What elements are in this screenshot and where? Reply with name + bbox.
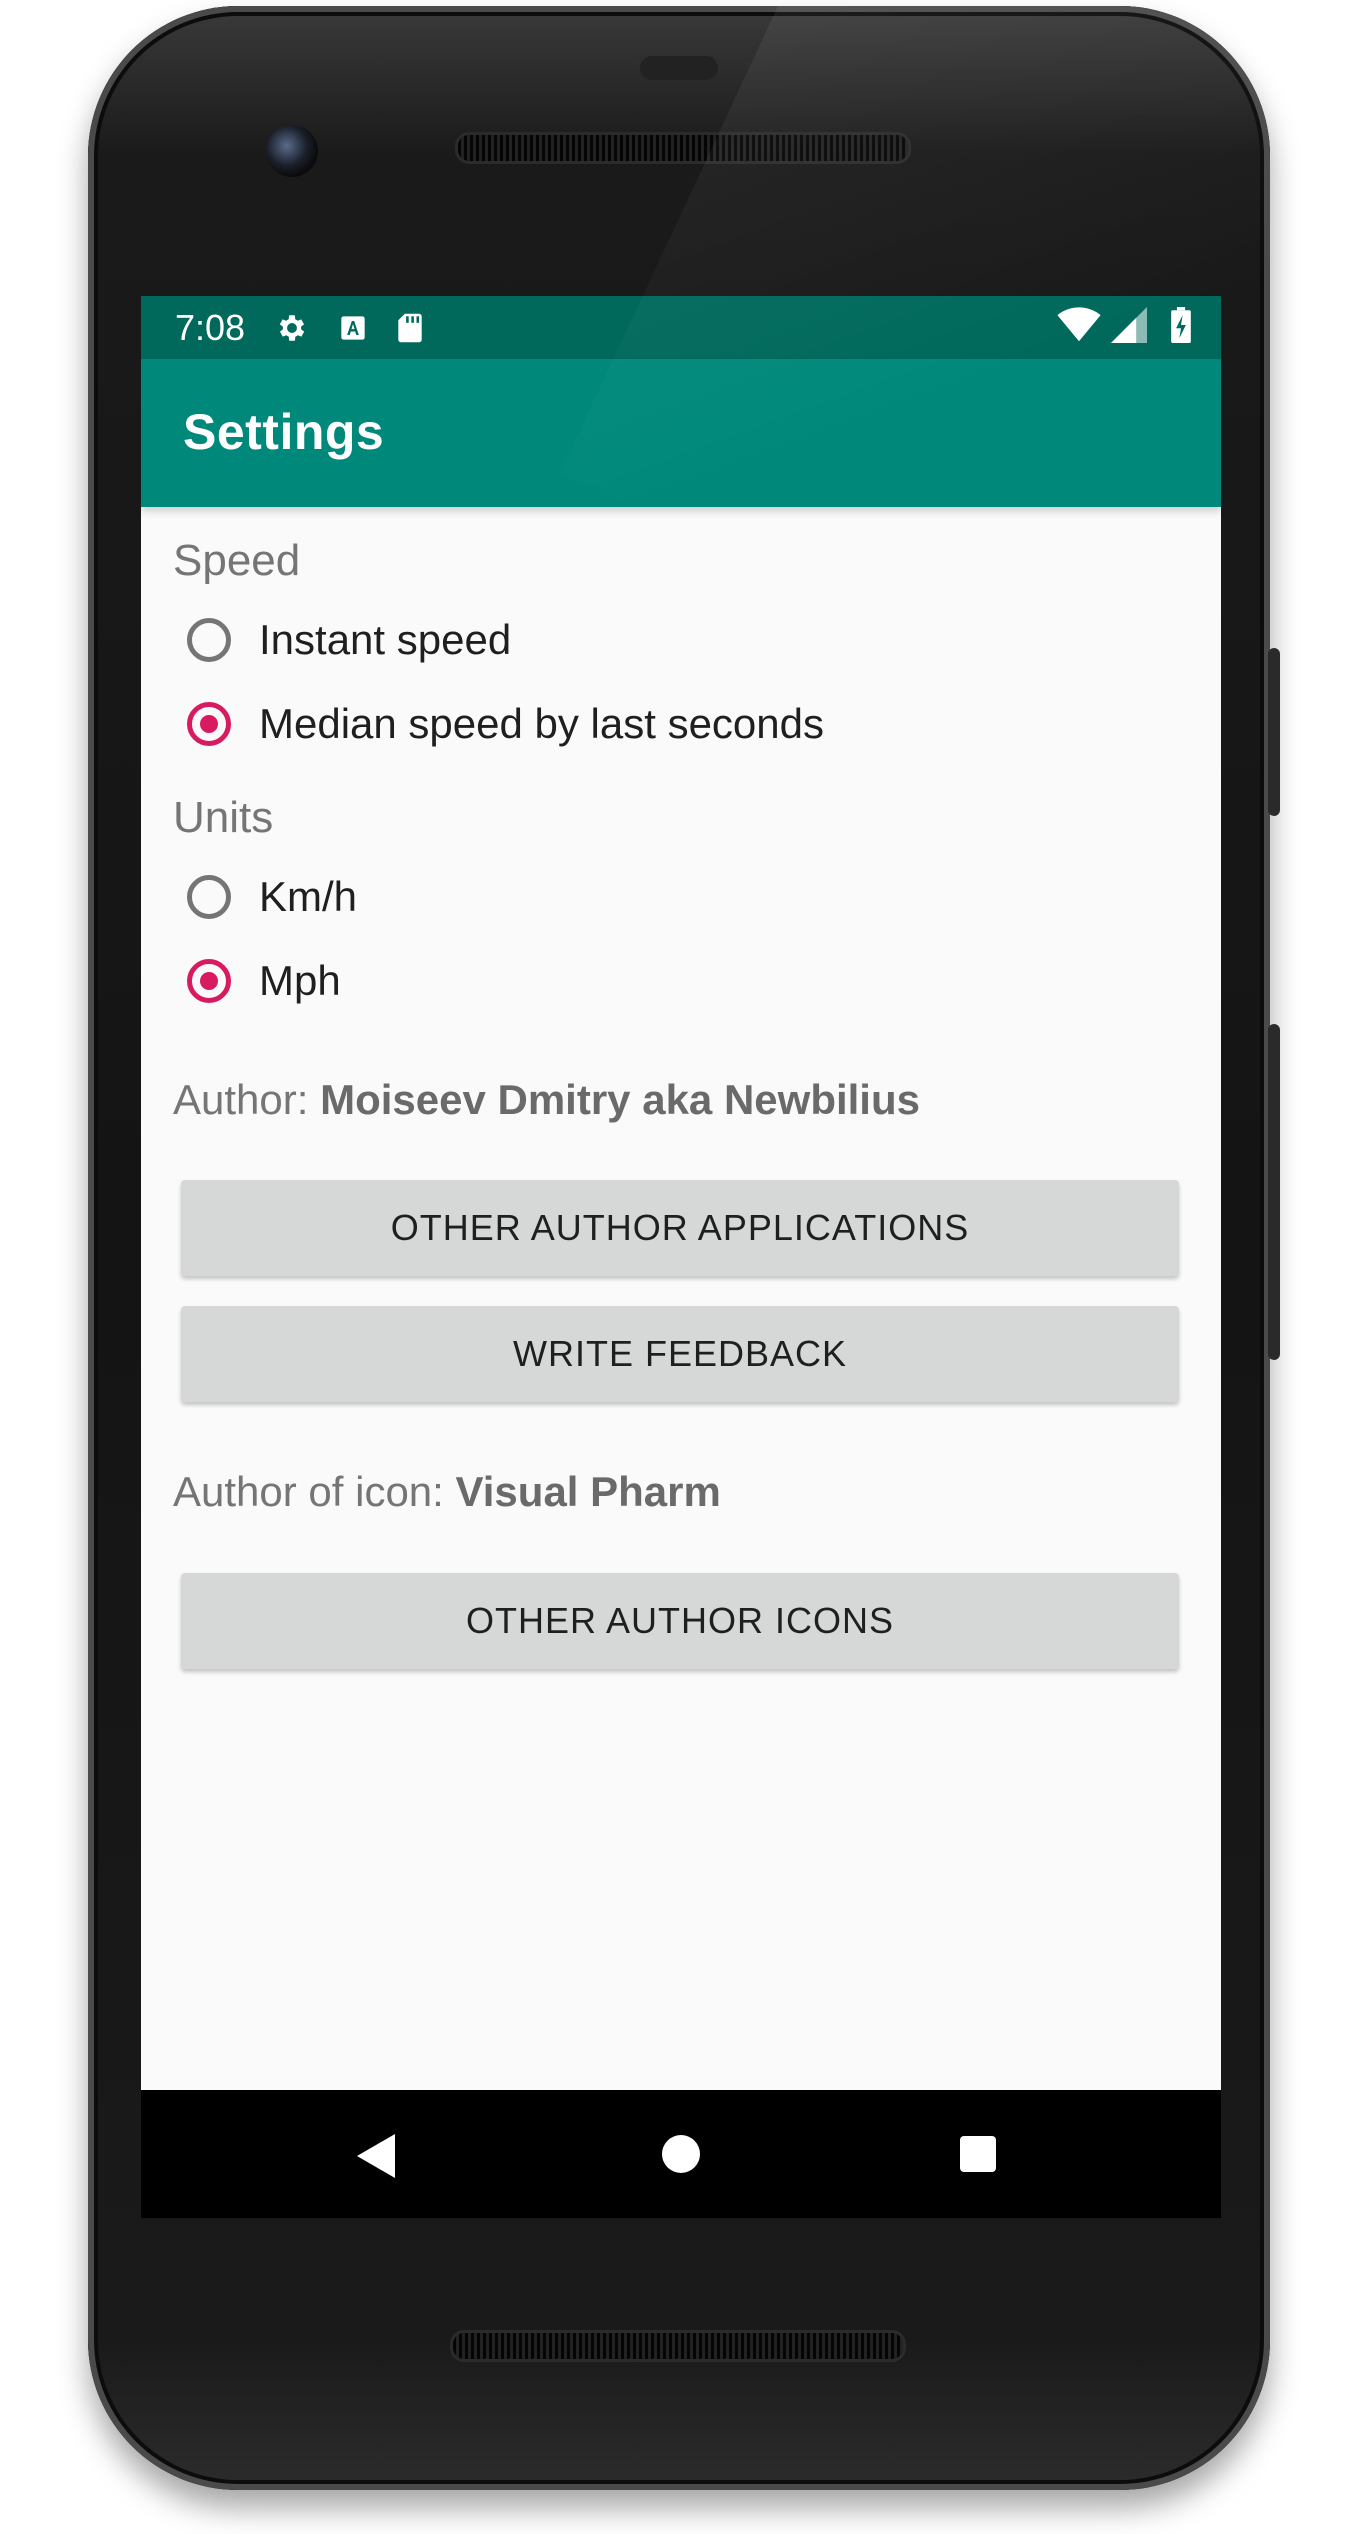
battery-charging-icon: [1171, 307, 1191, 348]
author-line: Author: Moiseev Dmitry aka Newbilius: [173, 1076, 920, 1124]
write-feedback-button[interactable]: WRITE FEEDBACK: [181, 1306, 1179, 1402]
power-button: [1268, 648, 1280, 816]
recent-apps-icon[interactable]: [960, 2136, 996, 2172]
author-name: Moiseev Dmitry aka Newbilius: [320, 1076, 920, 1123]
radio-median-speed[interactable]: Median speed by last seconds: [187, 682, 824, 766]
app-screen: 7:08 Settings Speed Instant speed Median…: [141, 296, 1221, 2090]
radio-label: Median speed by last seconds: [259, 700, 825, 747]
wifi-icon: [1057, 307, 1101, 348]
speed-section-label: Speed: [173, 536, 301, 585]
volume-button: [1268, 1024, 1280, 1360]
bottom-speaker-grille: [450, 2330, 906, 2362]
cell-signal-icon: [1111, 307, 1147, 348]
other-author-applications-button[interactable]: OTHER AUTHOR APPLICATIONS: [181, 1180, 1179, 1276]
author-prefix: Author:: [173, 1076, 321, 1123]
status-right-icons: [1057, 307, 1191, 348]
navigation-bar: [141, 2090, 1221, 2218]
radio-kmh[interactable]: Km/h: [187, 855, 357, 939]
icon-author-line: Author of icon: Visual Pharm: [173, 1468, 721, 1516]
app-bar: Settings: [141, 359, 1221, 507]
radio-label: Km/h: [259, 873, 358, 920]
units-section-label: Units: [173, 793, 274, 842]
radio-label: Instant speed: [259, 616, 512, 663]
back-icon[interactable]: [357, 2134, 395, 2178]
icon-author-name: Visual Pharm: [455, 1468, 721, 1515]
home-icon[interactable]: [662, 2135, 700, 2173]
radio-instant-speed[interactable]: Instant speed: [187, 598, 511, 682]
radio-button-checked[interactable]: [187, 959, 231, 1003]
sd-card-icon: [397, 312, 423, 344]
gear-icon: [275, 311, 309, 345]
radio-button-checked[interactable]: [187, 702, 231, 746]
top-speaker-grille: [455, 132, 911, 164]
a-letter-icon: [339, 314, 367, 342]
radio-label: Mph: [259, 957, 341, 1004]
radio-mph[interactable]: Mph: [187, 939, 341, 1023]
icon-author-prefix: Author of icon:: [173, 1468, 456, 1515]
front-camera: [266, 125, 318, 177]
status-bar: 7:08: [141, 296, 1221, 359]
radio-button-unchecked[interactable]: [187, 618, 231, 662]
top-sensor: [640, 56, 718, 80]
radio-button-unchecked[interactable]: [187, 875, 231, 919]
other-author-icons-button[interactable]: OTHER AUTHOR ICONS: [181, 1573, 1179, 1669]
page-title: Settings: [183, 404, 385, 460]
status-time: 7:08: [175, 306, 246, 348]
